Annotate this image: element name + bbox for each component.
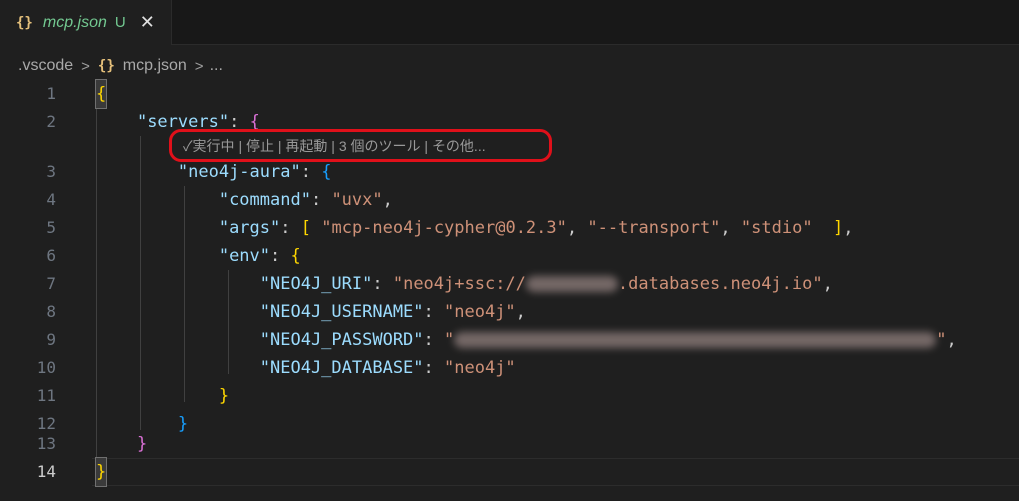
line-number: 7 xyxy=(46,274,56,293)
breadcrumb-symbol[interactable]: ... xyxy=(210,57,223,75)
json-string: "neo4j" xyxy=(444,358,516,378)
code-line: "args": [ "mcp-neo4j-cypher@0.2.3", "--t… xyxy=(218,218,854,238)
code-line: { xyxy=(94,79,108,109)
line-number: 11 xyxy=(36,386,56,405)
json-key: "neo4j-aura" xyxy=(177,162,301,182)
code-editor[interactable]: 1 2 3 4 5 6 7 8 9 10 11 12 13 14 { "serv… xyxy=(0,79,1019,501)
redacted-password xyxy=(454,332,937,348)
code-line: "NEO4J_PASSWORD": " ", xyxy=(259,330,957,350)
json-string: "neo4j" xyxy=(444,302,516,322)
close-icon[interactable]: ✕ xyxy=(140,12,155,33)
json-string: "mcp-neo4j-cypher@0.2.3" xyxy=(321,218,567,238)
line-number: 10 xyxy=(36,358,56,377)
json-key: "NEO4J_USERNAME" xyxy=(259,302,424,322)
json-key: "NEO4J_URI" xyxy=(259,274,373,294)
line-number: 5 xyxy=(46,218,56,237)
code-line: "env": { xyxy=(218,246,301,266)
line-number: 1 xyxy=(46,84,56,103)
redacted-host xyxy=(525,276,618,292)
code-line: "command": "uvx", xyxy=(218,190,393,210)
json-file-icon: {} xyxy=(16,14,33,31)
line-number: 3 xyxy=(46,162,56,181)
code-line: "NEO4J_URI": "neo4j+ssc://.databases.neo… xyxy=(259,274,833,294)
untracked-status-badge: U xyxy=(114,14,126,31)
code-line: "NEO4J_DATABASE": "neo4j" xyxy=(259,358,516,378)
line-number: 2 xyxy=(46,112,56,131)
current-line-highlight xyxy=(92,458,1019,486)
breadcrumb-folder[interactable]: .vscode xyxy=(18,57,73,75)
json-key: "command" xyxy=(218,190,311,210)
line-number: 6 xyxy=(46,246,56,265)
json-string: "uvx" xyxy=(331,190,383,210)
code-line: "neo4j-aura": { xyxy=(177,162,332,182)
json-key: "args" xyxy=(218,218,281,238)
tab-mcp-json[interactable]: {} mcp.json U ✕ xyxy=(0,0,172,45)
json-key: "NEO4J_DATABASE" xyxy=(259,358,424,378)
json-file-icon: {} xyxy=(97,58,115,74)
line-number: 9 xyxy=(46,330,56,349)
line-number: 13 xyxy=(36,434,56,453)
chevron-right-icon: > xyxy=(81,57,90,75)
breadcrumb-file[interactable]: mcp.json xyxy=(123,57,187,75)
chevron-right-icon: > xyxy=(194,57,204,75)
tab-title[interactable]: mcp.json xyxy=(43,14,107,32)
code-line: } xyxy=(218,386,230,406)
json-string: .databases.neo4j.io" xyxy=(617,274,823,294)
line-number-active: 14 xyxy=(36,462,56,481)
line-number: 8 xyxy=(46,302,56,321)
json-string: "neo4j+ssc:// xyxy=(392,274,526,294)
json-key: "env" xyxy=(218,246,271,266)
json-key: "NEO4J_PASSWORD" xyxy=(259,330,424,350)
code-line: } xyxy=(136,434,148,454)
breadcrumb: .vscode > {} mcp.json > ... xyxy=(0,52,223,80)
code-line: } xyxy=(94,457,108,487)
line-number: 4 xyxy=(46,190,56,209)
json-string: "stdio" xyxy=(740,218,813,238)
json-string: "--transport" xyxy=(587,218,721,238)
code-line: "NEO4J_USERNAME": "neo4j", xyxy=(259,302,526,322)
tab-bar: {} mcp.json U ✕ xyxy=(0,0,1019,45)
